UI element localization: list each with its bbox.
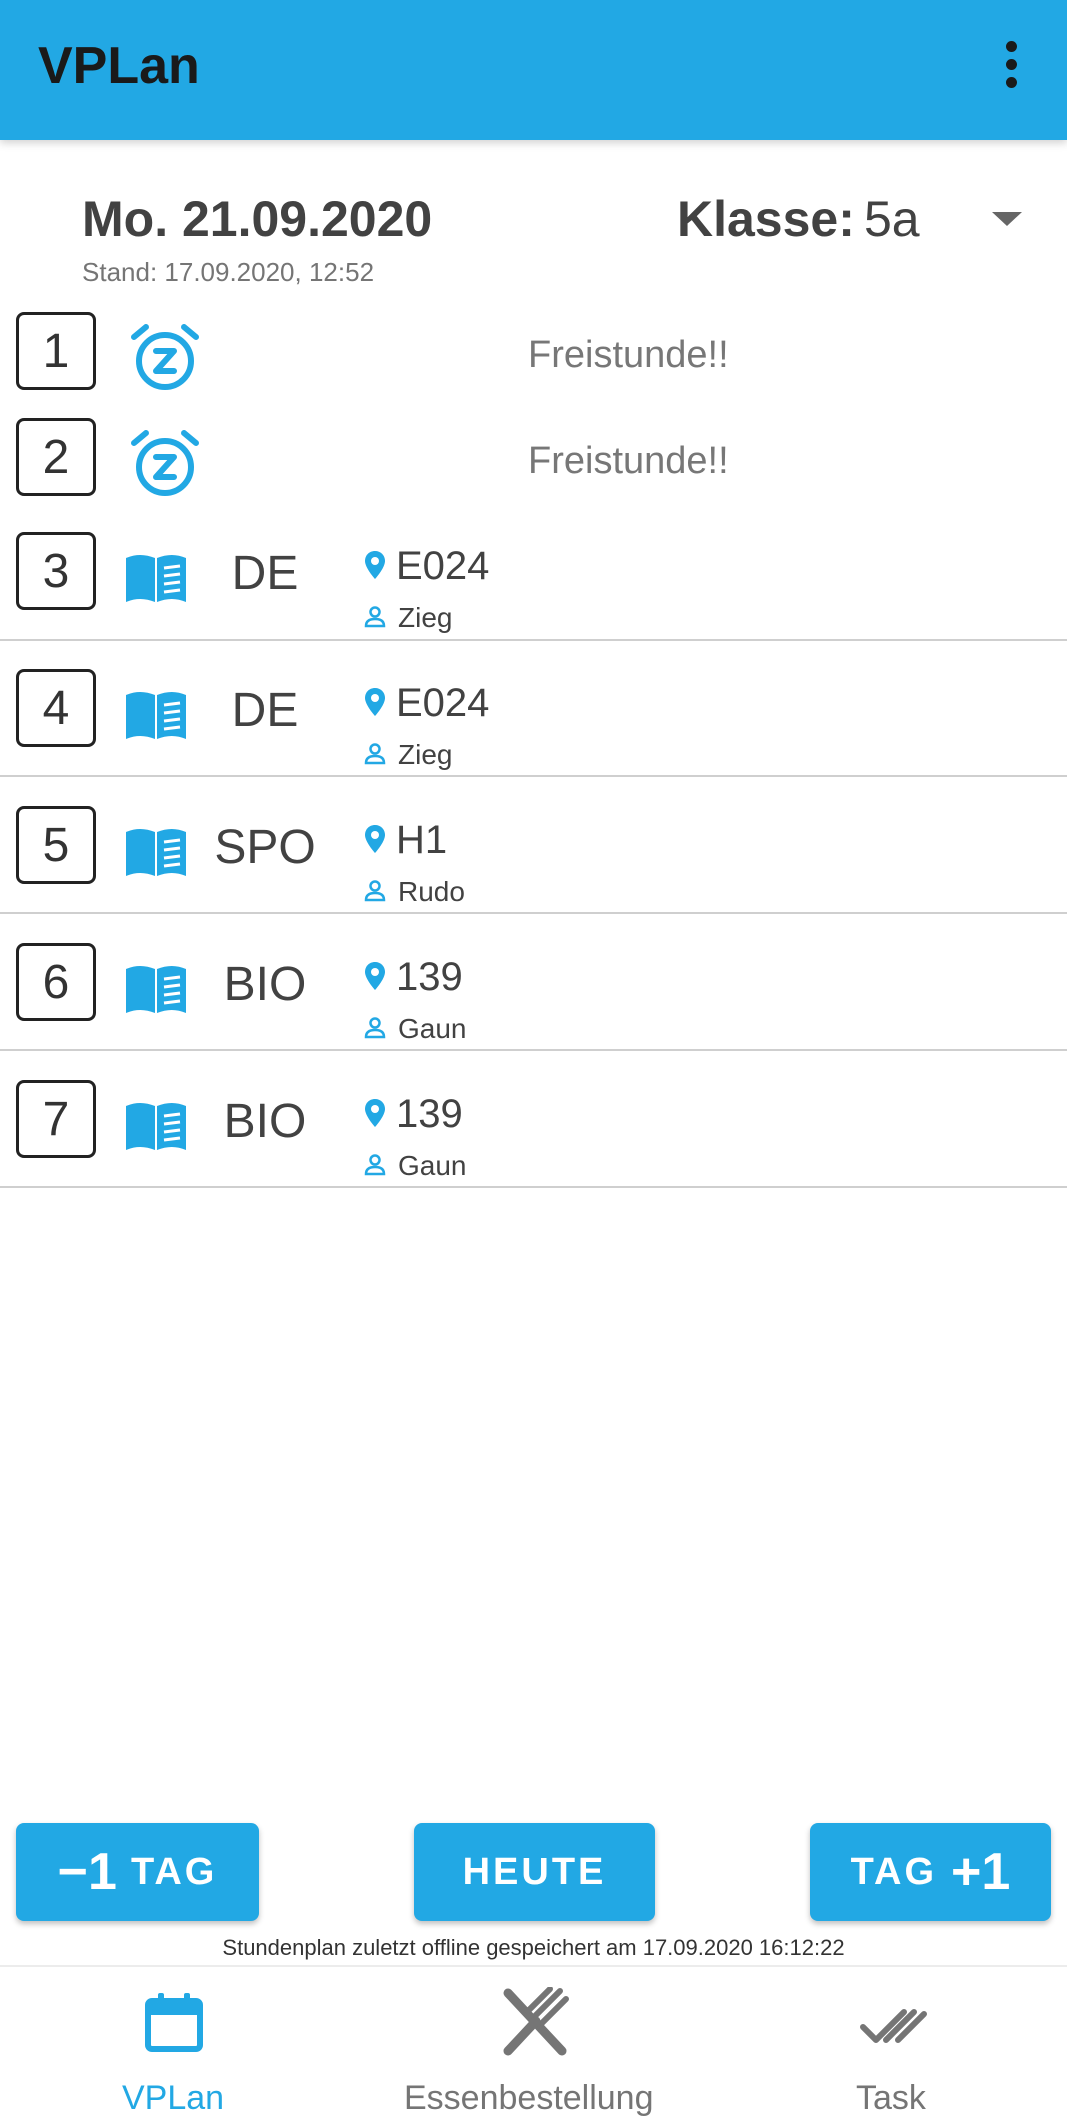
double-check-icon <box>860 2009 927 2043</box>
person-icon <box>364 1017 386 1039</box>
book-icon <box>126 1103 186 1150</box>
teacher-label: Zieg <box>398 602 453 633</box>
book-icon <box>126 555 186 602</box>
nav-item-vplan[interactable]: VPLan <box>100 1967 248 2117</box>
free-period-row: 1 Freistunde!! <box>0 308 1067 406</box>
period-number: 7 <box>16 1080 96 1158</box>
period-number: 6 <box>16 943 96 1021</box>
klasse-select-value[interactable]: 5a <box>864 190 920 248</box>
previous-day-label: TAG <box>130 1850 218 1893</box>
nav-item-task[interactable]: Task <box>840 1967 950 2117</box>
lesson-row[interactable]: 3 DE E024 Zieg <box>0 522 1067 641</box>
book-icon <box>126 966 186 1013</box>
app-title: VPLan <box>38 37 200 95</box>
lesson-row[interactable]: 4 DE E024 Zieg <box>0 641 1067 777</box>
today-button[interactable]: HEUTE <box>414 1823 655 1921</box>
person-icon <box>364 606 386 628</box>
room-label: H1 <box>396 818 448 862</box>
next-day-label: TAG <box>850 1850 938 1893</box>
calendar-icon <box>145 1993 203 2052</box>
person-icon <box>364 1154 386 1176</box>
previous-day-offset: −1 <box>57 1843 117 1901</box>
lesson-row[interactable]: 5 SPO H1 Rudo <box>0 778 1067 914</box>
nav-label-essenbestellung: Essenbestellung <box>404 2079 654 2117</box>
subject-label: SPO <box>214 821 316 874</box>
bottom-navigation: VPLan Essenbestellung Task <box>0 1965 1067 2117</box>
alarm-snooze-icon <box>131 324 199 390</box>
plan-date: Mo. 21.09.2020 <box>82 191 433 247</box>
teacher-label: Gaun <box>398 1013 467 1044</box>
nav-label-vplan: VPLan <box>122 2079 225 2117</box>
fork-knife-icon <box>503 1987 569 2056</box>
today-label: HEUTE <box>462 1850 607 1893</box>
subject-label: DE <box>231 547 299 600</box>
room-label: E024 <box>396 681 490 725</box>
location-pin-icon <box>365 688 385 716</box>
subject-label: BIO <box>223 958 307 1011</box>
next-day-offset: +1 <box>951 1843 1011 1901</box>
subject-label: BIO <box>223 1095 307 1148</box>
room-label: 139 <box>396 955 463 999</box>
book-icon <box>126 829 186 876</box>
period-number: 4 <box>16 669 96 747</box>
period-number: 3 <box>16 532 96 610</box>
book-icon <box>126 692 186 739</box>
lesson-row[interactable]: 6 BIO 139 Gaun <box>0 915 1067 1051</box>
location-pin-icon <box>365 1099 385 1127</box>
period-number: 5 <box>16 806 96 884</box>
period-number: 2 <box>16 418 96 496</box>
lesson-row[interactable]: 7 BIO 139 Gaun <box>0 1052 1067 1188</box>
free-period-text: Freistunde!! <box>528 334 729 376</box>
stand-timestamp: Stand: 17.09.2020, 12:52 <box>82 257 375 287</box>
location-pin-icon <box>365 551 385 579</box>
person-icon <box>364 743 386 765</box>
person-icon <box>364 880 386 902</box>
teacher-label: Rudo <box>398 876 465 907</box>
dropdown-arrow-icon[interactable] <box>992 212 1022 226</box>
room-label: 139 <box>396 1092 463 1136</box>
subject-label: DE <box>231 684 299 737</box>
location-pin-icon <box>365 825 385 853</box>
nav-label-task: Task <box>856 2079 926 2117</box>
klasse-label: Klasse: <box>677 191 855 247</box>
app-bar: VPLan <box>0 0 1067 140</box>
previous-day-button[interactable]: −1 TAG <box>16 1823 259 1921</box>
nav-item-essenbestellung[interactable]: Essenbestellung <box>400 1967 670 2117</box>
more-vert-icon[interactable] <box>995 38 1031 90</box>
free-period-text: Freistunde!! <box>528 440 729 482</box>
teacher-label: Gaun <box>398 1150 467 1181</box>
teacher-label: Zieg <box>398 739 453 770</box>
period-number: 1 <box>16 312 96 390</box>
free-period-row: 2 Freistunde!! <box>0 414 1067 512</box>
next-day-button[interactable]: TAG +1 <box>810 1823 1051 1921</box>
alarm-snooze-icon <box>131 430 199 496</box>
location-pin-icon <box>365 962 385 990</box>
offline-save-note: Stundenplan zuletzt offline gespeichert … <box>222 1935 845 1960</box>
room-label: E024 <box>396 544 490 588</box>
